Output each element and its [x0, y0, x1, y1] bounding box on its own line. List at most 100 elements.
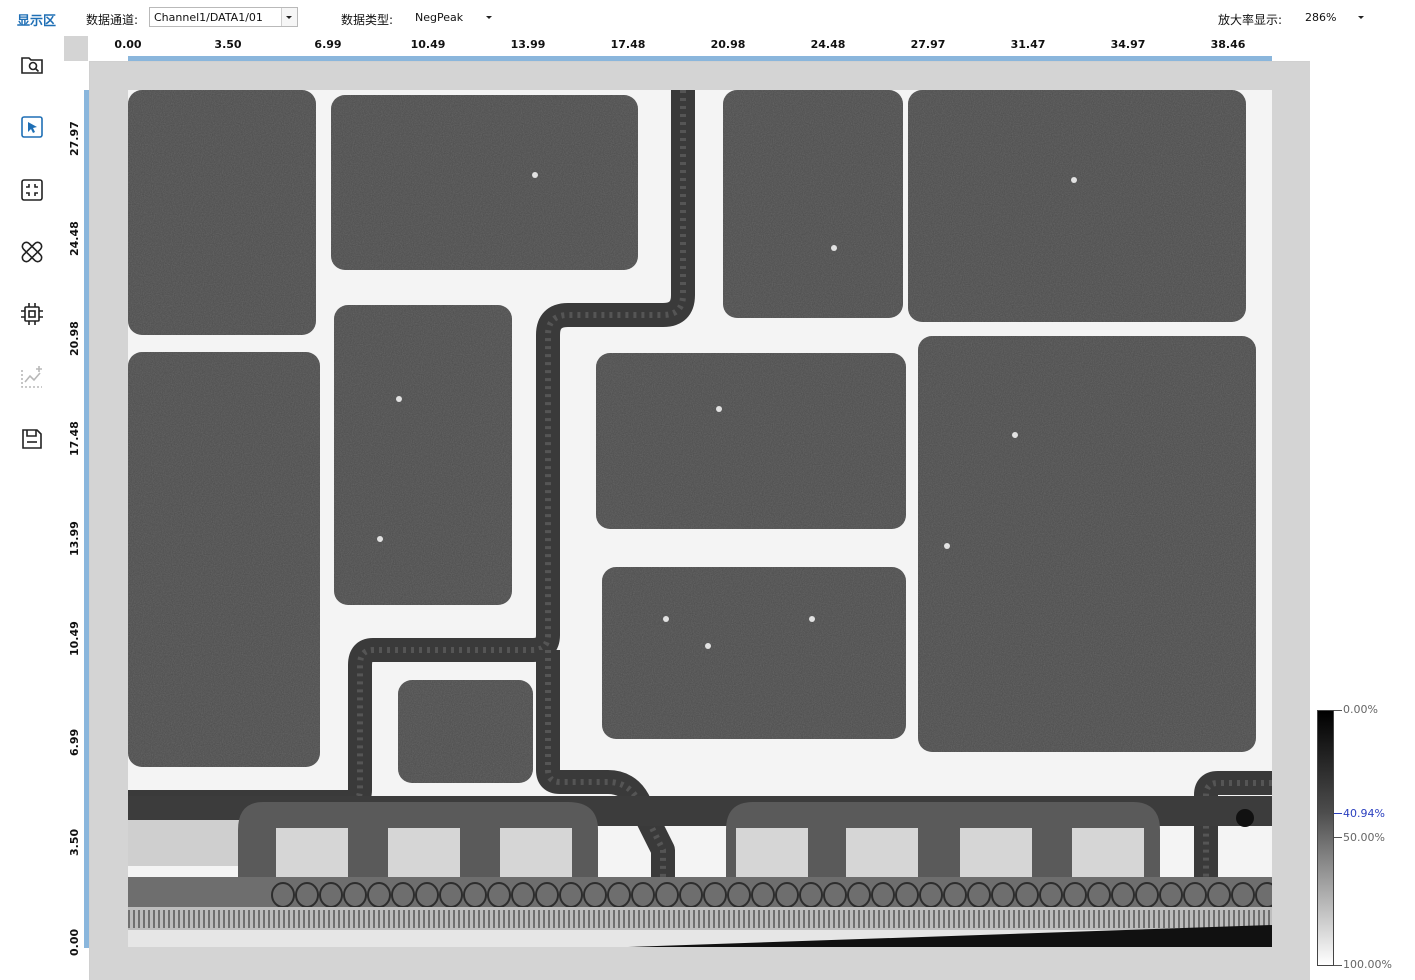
- scale-tick: [1334, 837, 1342, 838]
- ruler-x: 0.00 3.50 6.99 10.49 13.99 17.48 20.98 24.48 27.…: [88, 36, 1310, 62]
- strip-hatch-line: [128, 910, 130, 928]
- ruler-x-label: 31.47: [1010, 38, 1046, 51]
- strip-hatch-line: [1118, 910, 1120, 928]
- color-scale-bar: [1317, 710, 1334, 966]
- strip-hatch-line: [723, 910, 725, 928]
- ruler-y-label: 20.98: [68, 321, 81, 356]
- type-select[interactable]: NegPeak: [410, 7, 498, 27]
- strip-hatch-line: [588, 910, 590, 928]
- strip-hatch-line: [443, 910, 445, 928]
- strip-hatch-line: [258, 910, 260, 928]
- strip-hatch-line: [498, 910, 500, 928]
- add-chart-button[interactable]: [17, 362, 47, 392]
- scan-image[interactable]: [128, 90, 1272, 947]
- strip-hatch-line: [748, 910, 750, 928]
- strip-hatch-line: [1078, 910, 1080, 928]
- strip-hatch-line: [278, 910, 280, 928]
- zoom-select-value: 286%: [1305, 11, 1337, 24]
- select-tool-button[interactable]: [17, 112, 47, 142]
- chevron-down-icon[interactable]: [1354, 8, 1369, 26]
- strip-hatch-line: [1173, 910, 1175, 928]
- strip-hatch-line: [208, 910, 210, 928]
- strip-hatch-line: [293, 910, 295, 928]
- strip-hatch-line: [633, 910, 635, 928]
- strip-hatch-line: [663, 910, 665, 928]
- type-select-value: NegPeak: [415, 11, 464, 24]
- strip-hatch-line: [463, 910, 465, 928]
- strip-hatch-line: [383, 910, 385, 928]
- strip-hatch-line: [708, 910, 710, 928]
- strip-hatch-line: [673, 910, 675, 928]
- pad-grain: [398, 680, 533, 783]
- zoom-select[interactable]: 286%: [1300, 7, 1370, 27]
- strip-hatch-line: [1008, 910, 1010, 928]
- strip-hatch-line: [1143, 910, 1145, 928]
- strip-hatch-line: [843, 910, 845, 928]
- strip-hatch-line: [238, 910, 240, 928]
- strip-hatch-line: [1148, 910, 1150, 928]
- strip-hatch-line: [873, 910, 875, 928]
- strip-hatch-line: [653, 910, 655, 928]
- strip-hatch-line: [1163, 910, 1165, 928]
- strip-hatch-line: [578, 910, 580, 928]
- repair-tool-button[interactable]: [17, 237, 47, 267]
- strip-hatch-line: [1003, 910, 1005, 928]
- strip-hatch-line: [388, 910, 390, 928]
- strip-hatch-line: [1203, 910, 1205, 928]
- strip-hatch-line: [993, 910, 995, 928]
- strip-hatch-line: [868, 910, 870, 928]
- strip-hatch-line: [853, 910, 855, 928]
- strip-hatch-line: [933, 910, 935, 928]
- strip-hatch-line: [233, 910, 235, 928]
- chevron-down-icon[interactable]: [281, 8, 297, 26]
- chevron-down-icon[interactable]: [482, 8, 497, 26]
- channel-select-value: Channel1/DATA1/01: [154, 11, 263, 24]
- scale-marker-tick: [1334, 813, 1342, 814]
- strip-hatch-line: [288, 910, 290, 928]
- save-button[interactable]: [17, 424, 47, 454]
- open-file-button[interactable]: [17, 50, 47, 80]
- strip-hatch-line: [468, 910, 470, 928]
- strip-hatch-line: [218, 910, 220, 928]
- strip-dot: [1236, 809, 1254, 827]
- strip-window: [736, 828, 808, 878]
- strip-hatch-line: [243, 910, 245, 928]
- scale-label-bottom: 100.00%: [1343, 958, 1392, 971]
- strip-hatch-line: [768, 910, 770, 928]
- strip-hatch-line: [563, 910, 565, 928]
- strip-hatch-line: [863, 910, 865, 928]
- strip-hatch-line: [1198, 910, 1200, 928]
- pad-grain: [331, 95, 638, 270]
- strip-hatch-line: [378, 910, 380, 928]
- strip-hatch-line: [978, 910, 980, 928]
- fit-view-button[interactable]: [17, 175, 47, 205]
- pad-grain: [334, 305, 512, 605]
- strip-hatch-line: [848, 910, 850, 928]
- strip-hatch-line: [828, 910, 830, 928]
- strip-hatch-line: [508, 910, 510, 928]
- strip-hatch-line: [838, 910, 840, 928]
- strip-hatch-line: [743, 910, 745, 928]
- ruler-x-label: 6.99: [314, 38, 342, 51]
- chart-add-icon: [21, 366, 42, 388]
- ruler-x-label: 24.48: [810, 38, 846, 51]
- strip-hatch-line: [528, 910, 530, 928]
- strip-hatch-line: [1053, 910, 1055, 928]
- strip-hatch-line: [943, 910, 945, 928]
- strip-hatch-line: [818, 910, 820, 928]
- ruler-x-label: 13.99: [510, 38, 546, 51]
- strip-hatch-line: [1233, 910, 1235, 928]
- ruler-y-band: [84, 90, 89, 948]
- strip-hatch-line: [783, 910, 785, 928]
- ruler-y-label: 3.50: [68, 828, 81, 856]
- pad-grain: [908, 90, 1246, 322]
- strip-hatch-line: [403, 910, 405, 928]
- channel-select[interactable]: Channel1/DATA1/01: [149, 7, 298, 27]
- chip-tool-button[interactable]: [17, 299, 47, 329]
- ruler-y: 27.97 24.48 20.98 17.48 13.99 10.49 6.99 3.50 0.…: [64, 61, 90, 980]
- strip-hatch-line: [473, 910, 475, 928]
- strip-window: [1072, 828, 1144, 878]
- strip-hatch-line: [178, 910, 180, 928]
- strip-hatch-line: [883, 910, 885, 928]
- strip-hatch-line: [953, 910, 955, 928]
